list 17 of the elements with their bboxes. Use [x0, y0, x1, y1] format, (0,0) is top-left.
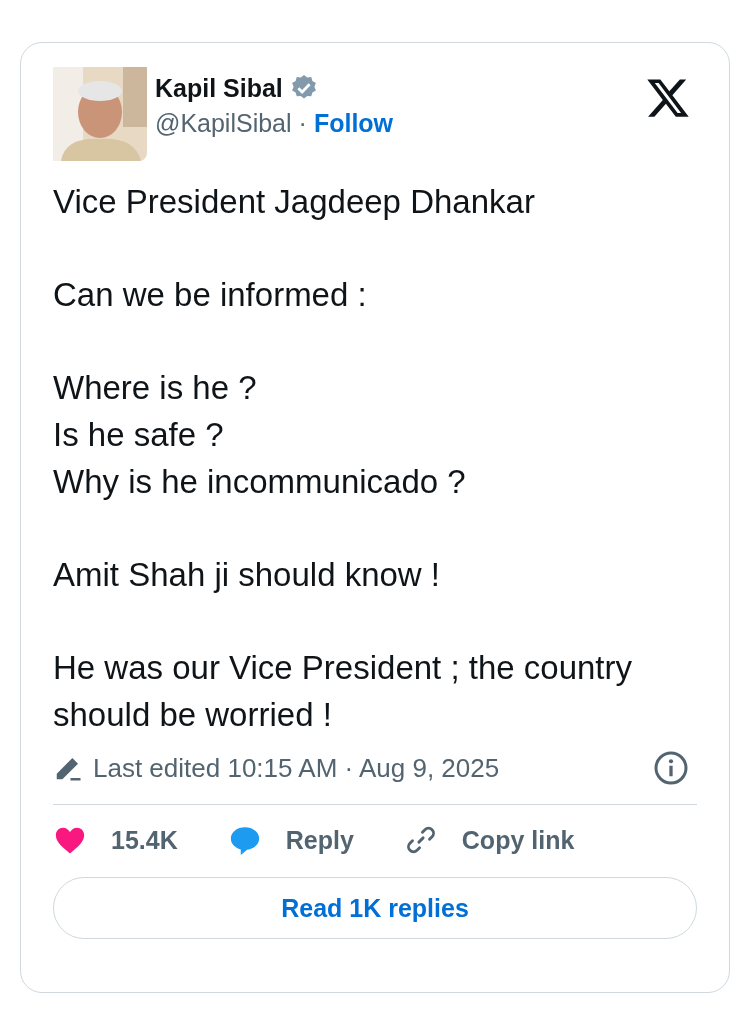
tweet-text: Why is he incommunicado ?	[53, 461, 466, 502]
tweet-text: Where is he ?	[53, 368, 257, 409]
tweet-text: Is he safe ?	[53, 414, 224, 455]
tweet-text: Vice President Jagdeep Dhankar	[53, 182, 535, 222]
separator-dot: ·	[298, 109, 307, 138]
edited-timestamp[interactable]: Last edited 10:15 AM · Aug 9, 2025	[93, 752, 653, 784]
action-label[interactable]: Copy link	[461, 825, 575, 855]
read-replies-button[interactable]: Read 1K replies	[53, 877, 697, 940]
follow-link[interactable]: Follow	[313, 109, 394, 138]
tweet-text: Can we be informed :	[53, 275, 367, 316]
tweet-text: Amit Shah ji should know !	[53, 554, 441, 595]
author-name: Kapil Sibal	[155, 73, 283, 103]
action-label[interactable]: 15.4K	[111, 825, 178, 855]
info-icon[interactable]	[653, 750, 689, 787]
tweet-text: He was our Vice President ; the country should be worried !	[53, 647, 633, 735]
action-label[interactable]: Reply	[285, 825, 354, 855]
author-handle[interactable]: @KapilSibal	[155, 109, 292, 138]
